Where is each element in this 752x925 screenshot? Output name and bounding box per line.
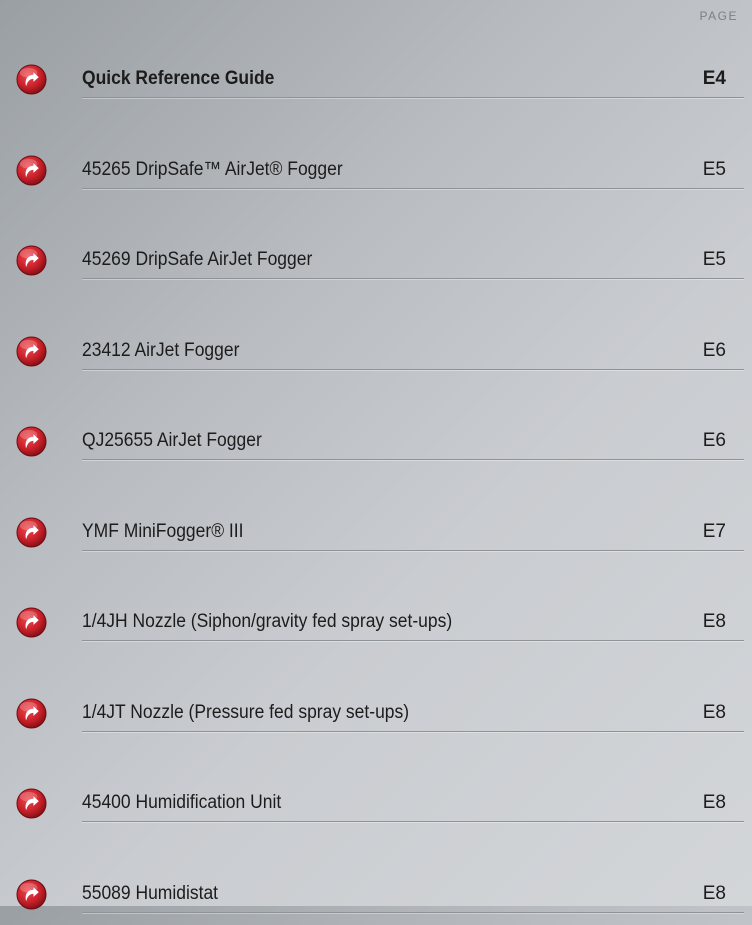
toc-item-page-number: E8 xyxy=(702,792,726,813)
circular-arrow-icon[interactable] xyxy=(16,155,47,186)
toc-item-page-number: E8 xyxy=(702,702,726,723)
toc-item-page-number: E6 xyxy=(702,340,726,361)
table-of-contents: Quick Reference Guide E4 45265 DripSafe™… xyxy=(0,0,752,913)
toc-item-title: 1/4JT Nozzle (Pressure fed spray set-ups… xyxy=(82,702,410,723)
circular-arrow-icon[interactable] xyxy=(16,698,47,729)
toc-item[interactable]: 1/4JT Nozzle (Pressure fed spray set-ups… xyxy=(0,684,752,744)
circular-arrow-icon[interactable] xyxy=(16,64,47,95)
divider-line xyxy=(82,550,744,551)
toc-item-title: 1/4JH Nozzle (Siphon/gravity fed spray s… xyxy=(82,611,453,632)
toc-item[interactable]: 1/4JH Nozzle (Siphon/gravity fed spray s… xyxy=(0,593,752,653)
divider-line xyxy=(82,278,744,279)
circular-arrow-icon[interactable] xyxy=(16,336,47,367)
toc-item-page-number: E8 xyxy=(702,611,726,632)
toc-item-title: 55089 Humidistat xyxy=(82,883,219,904)
toc-item-page-number: E5 xyxy=(702,159,726,180)
divider-line xyxy=(82,97,744,98)
toc-item-title: 45269 DripSafe AirJet Fogger xyxy=(82,249,313,270)
circular-arrow-icon[interactable] xyxy=(16,517,47,548)
toc-item-title: QJ25655 AirJet Fogger xyxy=(82,430,262,451)
circular-arrow-icon[interactable] xyxy=(16,788,47,819)
toc-item[interactable]: 45269 DripSafe AirJet Fogger E5 xyxy=(0,231,752,291)
divider-line xyxy=(82,821,744,822)
toc-item[interactable]: 45400 Humidification Unit E8 xyxy=(0,774,752,834)
toc-item[interactable]: QJ25655 AirJet Fogger E6 xyxy=(0,412,752,472)
toc-item-page-number: E8 xyxy=(702,883,726,904)
toc-item-title: Quick Reference Guide xyxy=(82,68,275,89)
circular-arrow-icon[interactable] xyxy=(16,426,47,457)
toc-item-title: 23412 AirJet Fogger xyxy=(82,340,240,361)
toc-item[interactable]: 45265 DripSafe™ AirJet® Fogger E5 xyxy=(0,141,752,201)
toc-item-title: 45265 DripSafe™ AirJet® Fogger xyxy=(82,159,343,180)
toc-item-page-number: E5 xyxy=(702,249,726,270)
divider-line xyxy=(82,459,744,460)
circular-arrow-icon[interactable] xyxy=(16,245,47,276)
toc-item[interactable]: 55089 Humidistat E8 xyxy=(0,865,752,925)
divider-line xyxy=(82,188,744,189)
toc-item-page-number: E6 xyxy=(702,430,726,451)
divider-line xyxy=(82,731,744,732)
toc-item-page-number: E7 xyxy=(702,521,726,542)
divider-line xyxy=(82,640,744,641)
circular-arrow-icon[interactable] xyxy=(16,607,47,638)
toc-item-title: YMF MiniFogger® III xyxy=(82,521,244,542)
divider-line xyxy=(82,369,744,370)
circular-arrow-icon[interactable] xyxy=(16,879,47,910)
toc-item[interactable]: YMF MiniFogger® III E7 xyxy=(0,503,752,563)
toc-item[interactable]: Quick Reference Guide E4 xyxy=(0,50,752,110)
toc-item-title: 45400 Humidification Unit xyxy=(82,792,282,813)
toc-item[interactable]: 23412 AirJet Fogger E6 xyxy=(0,322,752,382)
toc-item-page-number: E4 xyxy=(702,68,726,89)
divider-line xyxy=(82,912,744,913)
